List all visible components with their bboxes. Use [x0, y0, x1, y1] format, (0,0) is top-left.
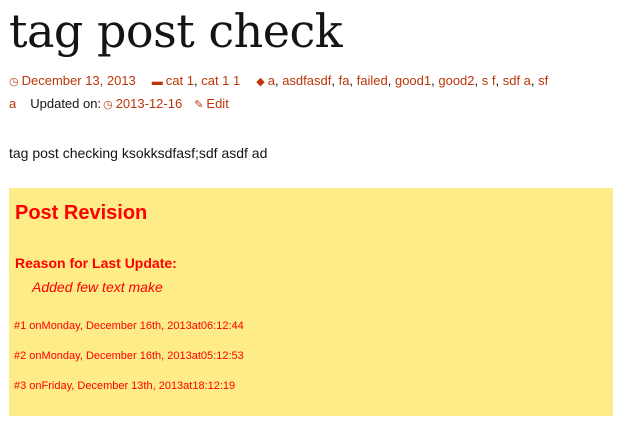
tag-link[interactable]: failed — [357, 73, 388, 88]
tag-link[interactable]: asdfasdf — [282, 73, 331, 88]
tag-link[interactable]: good1 — [395, 73, 431, 88]
reason-label: Reason for Last Update: — [15, 255, 177, 271]
tag-link[interactable]: s f — [482, 73, 496, 88]
tag-link[interactable]: sdf a — [503, 73, 531, 88]
tag-link[interactable]: fa — [339, 73, 350, 88]
revision-heading: Post Revision — [15, 202, 148, 224]
post-categories: ▬ cat 1, cat 1 1 — [151, 73, 241, 88]
revision-list: #1 onMonday, December 16th, 2013at06:12:… — [14, 319, 244, 409]
post-title: tag post check — [9, 4, 343, 58]
post-date: ◷ December 13, 2013 — [9, 73, 136, 88]
post-content: tag post checking ksokksdfasf;sdf asdf a… — [9, 145, 268, 161]
revision-entry: #3 onFriday, December 13th, 2013at18:12:… — [14, 380, 236, 392]
tag-link[interactable]: a — [9, 96, 16, 111]
updated-label: Updated on: — [30, 96, 102, 111]
post-revision-box: Post Revision Reason for Last Update: Ad… — [9, 188, 613, 416]
clock-icon: ◷ — [9, 76, 19, 88]
edit-link[interactable]: Edit — [206, 96, 228, 111]
revision-entry: #1 onMonday, December 16th, 2013at06:12:… — [14, 320, 244, 332]
updated-date-link[interactable]: 2013-12-16 — [116, 96, 183, 111]
tag-link[interactable]: good2 — [438, 73, 474, 88]
post-edit: ✎ Edit — [194, 96, 229, 111]
reason-text: Added few text make — [32, 279, 163, 295]
post-meta: ◷ December 13, 2013 ▬ cat 1, cat 1 1 ◆ a, asd… — [9, 70, 569, 116]
tag-link[interactable]: sf — [538, 73, 548, 88]
tag-icon: ◆ — [256, 76, 265, 88]
post-date-link[interactable]: December 13, 2013 — [22, 73, 136, 88]
category-link[interactable]: cat 1 — [166, 73, 194, 88]
revision-entry: #2 onMonday, December 16th, 2013at05:12:… — [14, 350, 244, 362]
clock-icon: ◷ — [103, 99, 113, 111]
tag-link[interactable]: a — [268, 73, 275, 88]
pencil-icon: ✎ — [194, 99, 204, 111]
folder-icon: ▬ — [151, 76, 163, 88]
category-link[interactable]: cat 1 1 — [201, 73, 240, 88]
